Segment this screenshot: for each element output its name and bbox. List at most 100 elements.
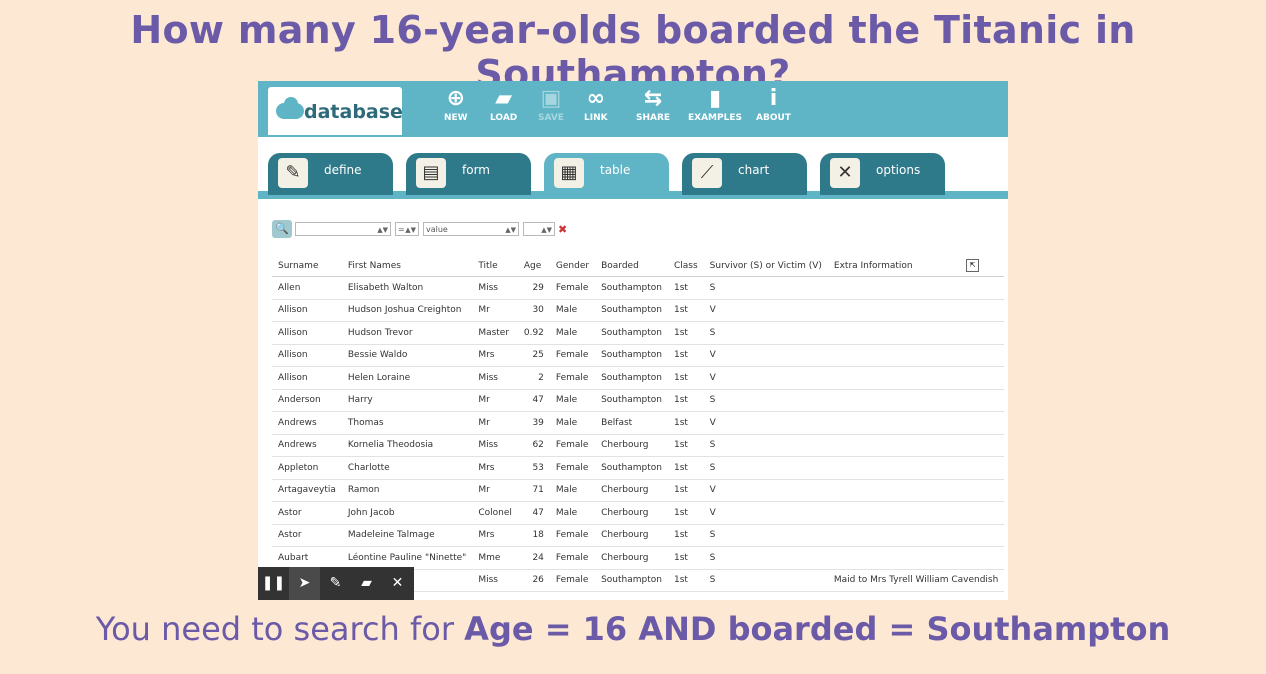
table-cell: 1st bbox=[667, 434, 704, 457]
table-cell: Female bbox=[549, 434, 596, 457]
table-cell: Male bbox=[549, 411, 596, 435]
table-cell: 1st bbox=[667, 479, 704, 502]
app-toolbar: database ⊕ NEW ▰ LOAD ▣ SAVE ∞ LINK ⇆ SHARE ▮ EXAMP… bbox=[258, 81, 1008, 137]
table-cell: 1st bbox=[667, 501, 704, 525]
toolbar-label: LOAD bbox=[490, 113, 518, 123]
table-cell: Madeleine Talmage bbox=[341, 524, 473, 547]
tab-options[interactable]: ✕ options bbox=[820, 153, 945, 195]
table-cell: Colonel bbox=[472, 501, 518, 525]
table-row[interactable]: Allison Hudson Joshua Creighton Mr 30 Male So… bbox=[272, 299, 1005, 322]
table-cell bbox=[827, 389, 1005, 412]
table-cell: S bbox=[703, 276, 828, 300]
table-row[interactable]: Andrews Kornelia Theodosia Miss 62 Female Che… bbox=[272, 434, 1005, 457]
table-cell: Astor bbox=[272, 524, 342, 547]
table-cell: Miss bbox=[472, 569, 518, 592]
column-header[interactable]: Gender bbox=[549, 255, 596, 277]
table-cell: S bbox=[703, 546, 828, 570]
column-header[interactable]: First Names bbox=[341, 255, 473, 277]
table-cell: Cherbourg bbox=[595, 524, 668, 547]
table-cell: Female bbox=[549, 344, 596, 367]
table-row[interactable]: Allison Helen Loraine Miss 2 Female Southampt… bbox=[272, 366, 1005, 390]
table-cell: Hudson Trevor bbox=[341, 321, 473, 345]
table-cell: Mme bbox=[472, 546, 518, 570]
table-cell bbox=[827, 321, 1005, 345]
toolbar-load-button[interactable]: ▰ LOAD bbox=[490, 85, 517, 123]
table-cell: 1st bbox=[667, 344, 704, 367]
table-cell: Harry bbox=[341, 389, 473, 412]
column-header[interactable]: Boarded bbox=[595, 255, 668, 277]
table-cell: 1st bbox=[667, 276, 704, 300]
toolbar-save-button: ▣ SAVE bbox=[538, 85, 564, 123]
table-cell: Charlotte bbox=[341, 456, 473, 480]
share-icon: ⇆ bbox=[643, 86, 663, 111]
cursor-icon[interactable]: ➤ bbox=[289, 567, 320, 600]
table-cell: Southampton bbox=[595, 569, 668, 592]
tab-form[interactable]: ▤ form bbox=[406, 153, 531, 195]
table-cell: Southampton bbox=[595, 321, 668, 345]
table-cell: S bbox=[703, 524, 828, 547]
table-cell bbox=[827, 546, 1005, 570]
column-header[interactable]: Title bbox=[472, 255, 518, 277]
table-row[interactable]: Allison Hudson Trevor Master 0.92 Male Southa… bbox=[272, 321, 1005, 345]
value-field[interactable]: value ▲▼ bbox=[423, 222, 519, 236]
table-row[interactable]: Anderson Harry Mr 47 Male Southampton 1st S bbox=[272, 389, 1005, 412]
table-cell: S bbox=[703, 456, 828, 480]
table-cell: Helen Loraine bbox=[341, 366, 473, 390]
table-row[interactable]: Allison Bessie Waldo Mrs 25 Female Southampto… bbox=[272, 344, 1005, 367]
column-header[interactable]: Surname bbox=[272, 255, 342, 277]
table-cell: Mr bbox=[472, 299, 518, 322]
extra-select[interactable]: ▲▼ bbox=[523, 222, 555, 236]
table-cell: Male bbox=[549, 501, 596, 525]
table-cell bbox=[827, 366, 1005, 390]
toolbar-new-button[interactable]: ⊕ NEW bbox=[444, 85, 468, 123]
tab-label: form bbox=[462, 163, 490, 177]
pen-icon[interactable]: ✎ bbox=[320, 567, 351, 600]
table-cell bbox=[827, 456, 1005, 480]
table-cell: Mrs bbox=[472, 524, 518, 547]
table-cell: 2 bbox=[517, 366, 550, 390]
table-cell: V bbox=[703, 344, 828, 367]
column-header[interactable]: Survivor (S) or Victim (V) bbox=[703, 255, 828, 277]
table-cell bbox=[827, 524, 1005, 547]
table-row[interactable]: Andrews Thomas Mr 39 Male Belfast 1st V bbox=[272, 411, 1005, 435]
table-cell: S bbox=[703, 434, 828, 457]
table-cell: Mr bbox=[472, 389, 518, 412]
toolbar-about-button[interactable]: i ABOUT bbox=[756, 85, 791, 123]
toolbar-share-button[interactable]: ⇆ SHARE bbox=[636, 85, 670, 123]
table-row[interactable]: Astor Madeleine Talmage Mrs 18 Female Cherbou… bbox=[272, 524, 1005, 547]
tab-chart[interactable]: ⟋ chart bbox=[682, 153, 807, 195]
table-cell: 24 bbox=[517, 546, 550, 570]
table-cell: Allison bbox=[272, 299, 342, 322]
table-row[interactable]: Allen Elisabeth Walton Miss 29 Female Southam… bbox=[272, 276, 1005, 300]
instruction-prefix: You need to search for bbox=[95, 610, 465, 648]
table-cell: Cherbourg bbox=[595, 546, 668, 570]
table-cell: 25 bbox=[517, 344, 550, 367]
eraser-icon[interactable]: ▰ bbox=[351, 567, 382, 600]
database-logo[interactable]: database bbox=[268, 87, 403, 135]
field-select[interactable]: ▲▼ bbox=[295, 222, 391, 236]
table-cell: Bessie Waldo bbox=[341, 344, 473, 367]
column-header[interactable]: Age bbox=[517, 255, 550, 277]
table-row[interactable]: Astor John Jacob Colonel 47 Male Cherbourg 1st… bbox=[272, 501, 1005, 525]
expand-icon[interactable]: ⇱ bbox=[966, 259, 979, 272]
clear-filter-icon[interactable]: ✖ bbox=[558, 223, 567, 236]
table-row[interactable]: Appleton Charlotte Mrs 53 Female Southampton 1… bbox=[272, 456, 1005, 480]
tab-label: table bbox=[600, 163, 631, 177]
tab-table[interactable]: ▦ table bbox=[544, 153, 669, 199]
search-icon[interactable]: 🔍 bbox=[272, 220, 292, 238]
pause-icon[interactable]: ❚❚ bbox=[258, 567, 289, 600]
operator-select[interactable]: = ▲▼ bbox=[395, 222, 419, 236]
toolbar-examples-button[interactable]: ▮ EXAMPLES bbox=[688, 85, 742, 123]
table-cell: Southampton bbox=[595, 456, 668, 480]
table-cell: Miss bbox=[472, 276, 518, 300]
table-row[interactable]: Artagaveytia Ramon Mr 71 Male Cherbourg 1st V bbox=[272, 479, 1005, 502]
tab-define[interactable]: ✎ define bbox=[268, 153, 393, 195]
column-header[interactable]: Class bbox=[667, 255, 704, 277]
table-cell: S bbox=[703, 321, 828, 345]
table-cell: Allison bbox=[272, 344, 342, 367]
toolbar-link-button[interactable]: ∞ LINK bbox=[584, 85, 608, 123]
table-row[interactable]: Aubart Léontine Pauline "Ninette" Mme 24 Fem… bbox=[272, 546, 1005, 570]
close-icon[interactable]: ✕ bbox=[382, 567, 413, 600]
table-cell: Southampton bbox=[595, 389, 668, 412]
table-cell: V bbox=[703, 299, 828, 322]
